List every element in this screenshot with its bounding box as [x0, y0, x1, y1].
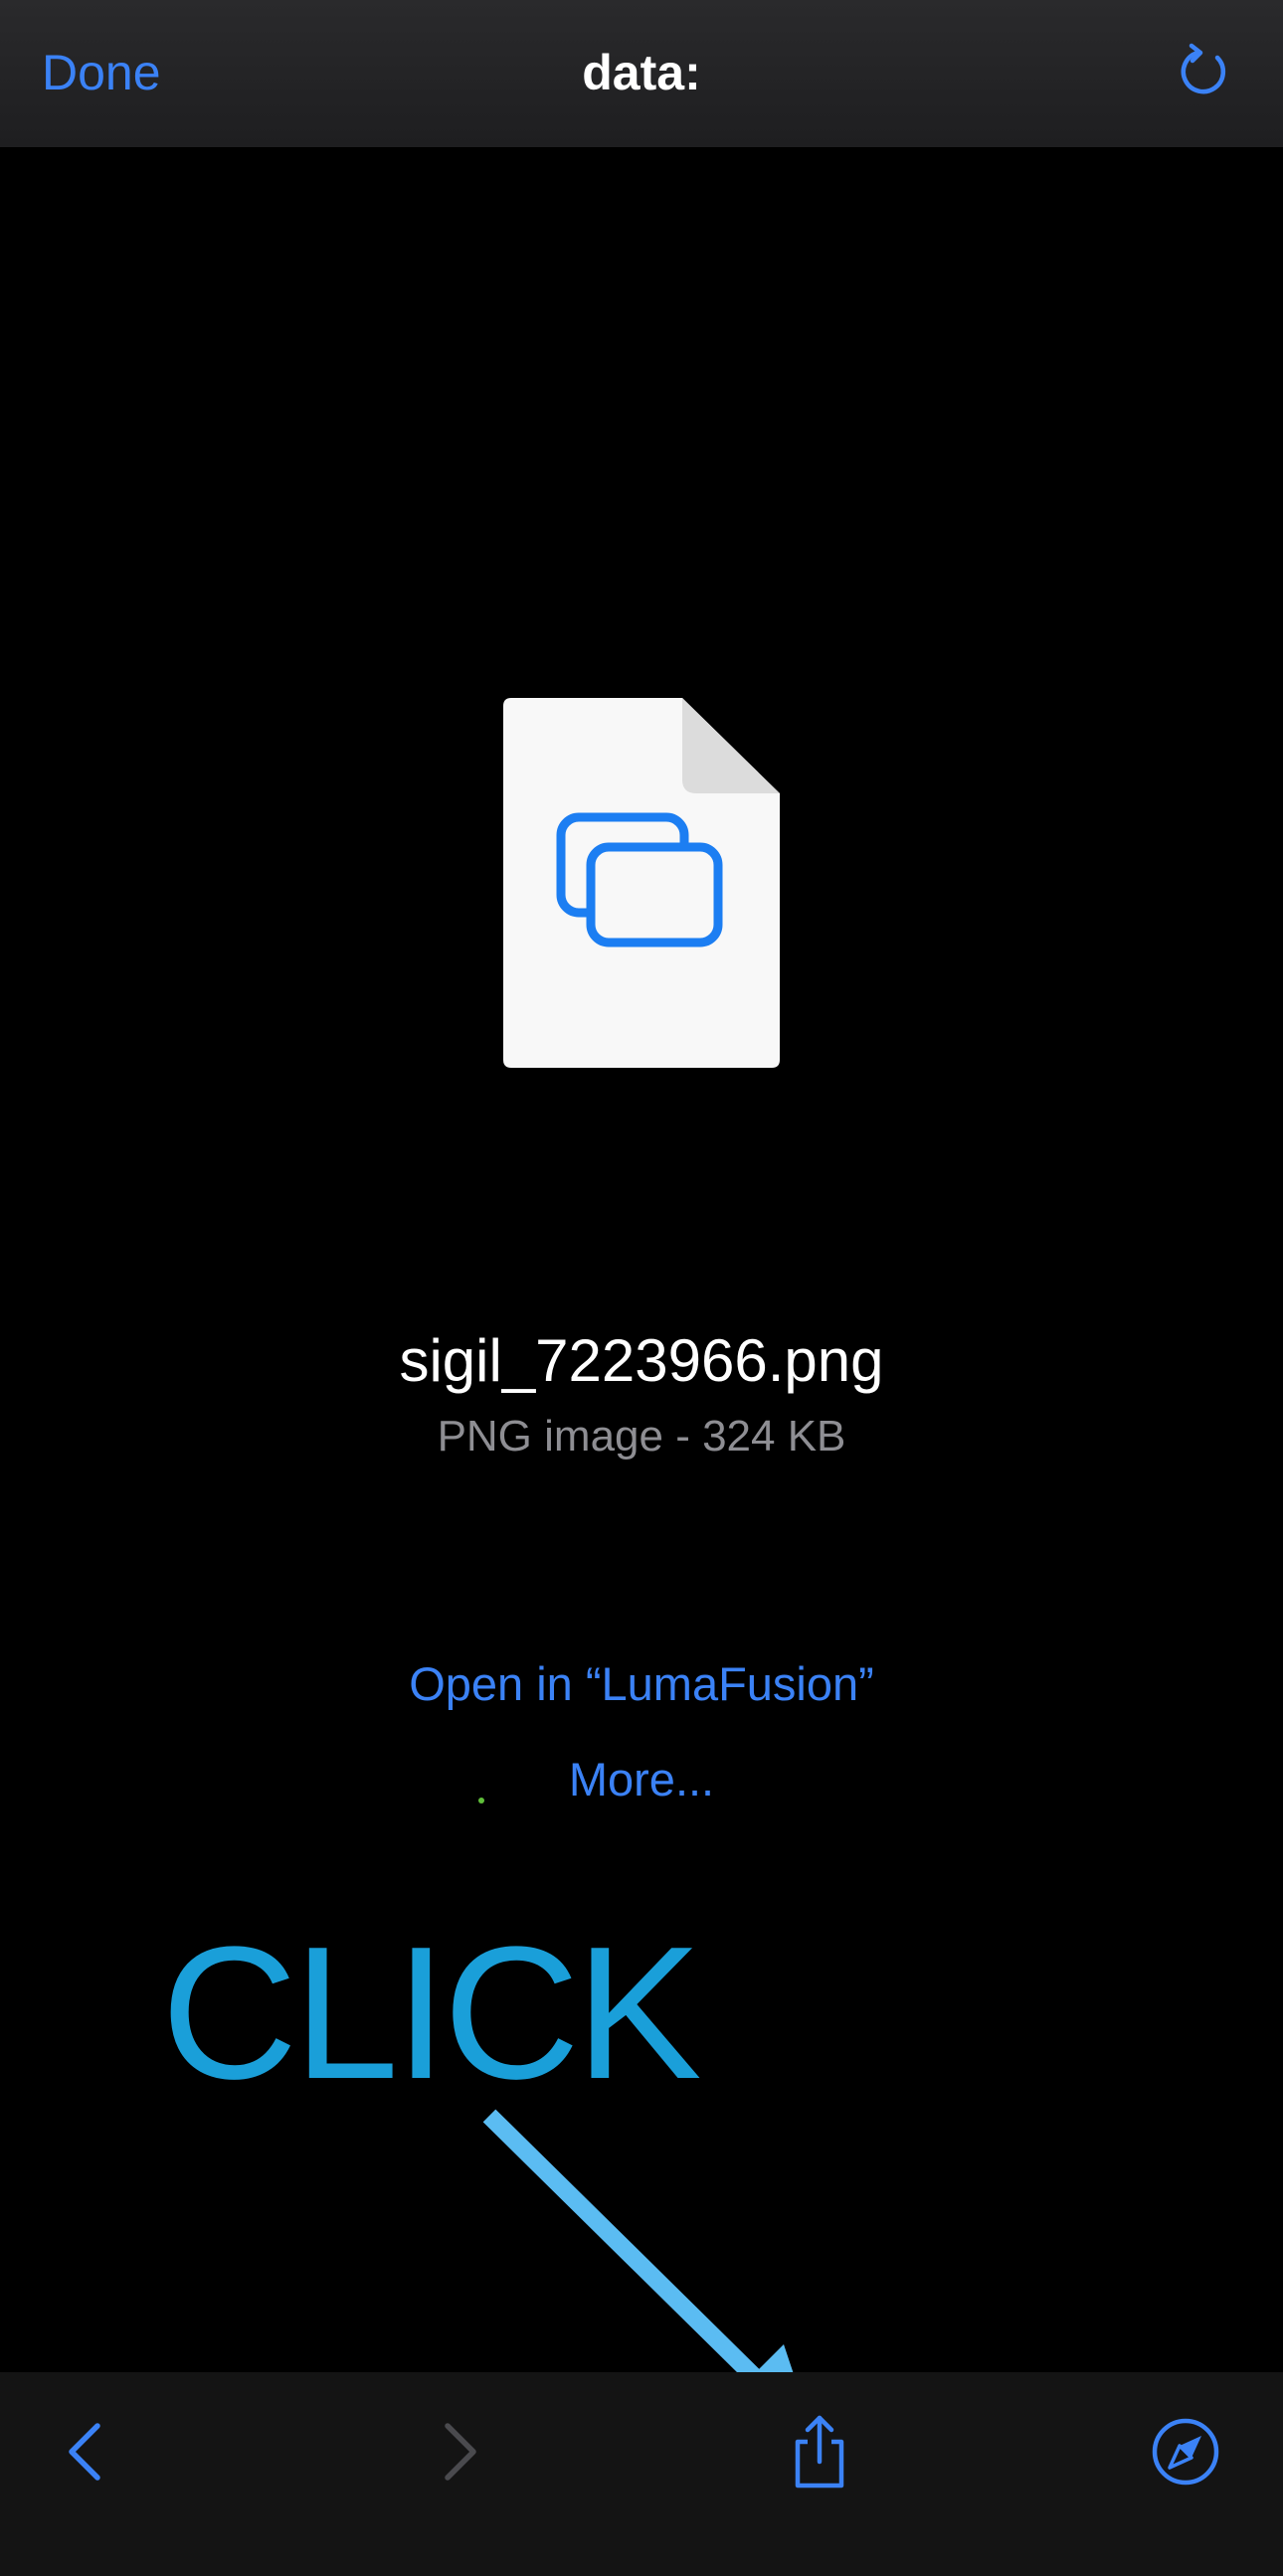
safari-compass-icon[interactable] [1146, 2412, 1225, 2491]
click-annotation-label: CLICK [161, 1908, 702, 2119]
file-name: sigil_7223966.png [399, 1327, 884, 1394]
file-meta: PNG image - 324 KB [437, 1412, 846, 1460]
decorative-dot [478, 1798, 484, 1803]
reload-icon[interactable] [1174, 40, 1237, 103]
back-icon[interactable] [48, 2412, 127, 2491]
screen: Done data: sigil_7223966.png PNG image -… [0, 0, 1283, 2576]
more-link[interactable]: More... [0, 1752, 1283, 1806]
navigation-bar: Done data: [0, 0, 1283, 147]
open-in-app-link[interactable]: Open in “LumaFusion” [0, 1656, 1283, 1711]
page-title: data: [582, 45, 701, 100]
bottom-toolbar [0, 2372, 1283, 2576]
file-icon [499, 696, 784, 1070]
share-icon[interactable] [780, 2412, 859, 2491]
forward-icon [418, 2412, 497, 2491]
